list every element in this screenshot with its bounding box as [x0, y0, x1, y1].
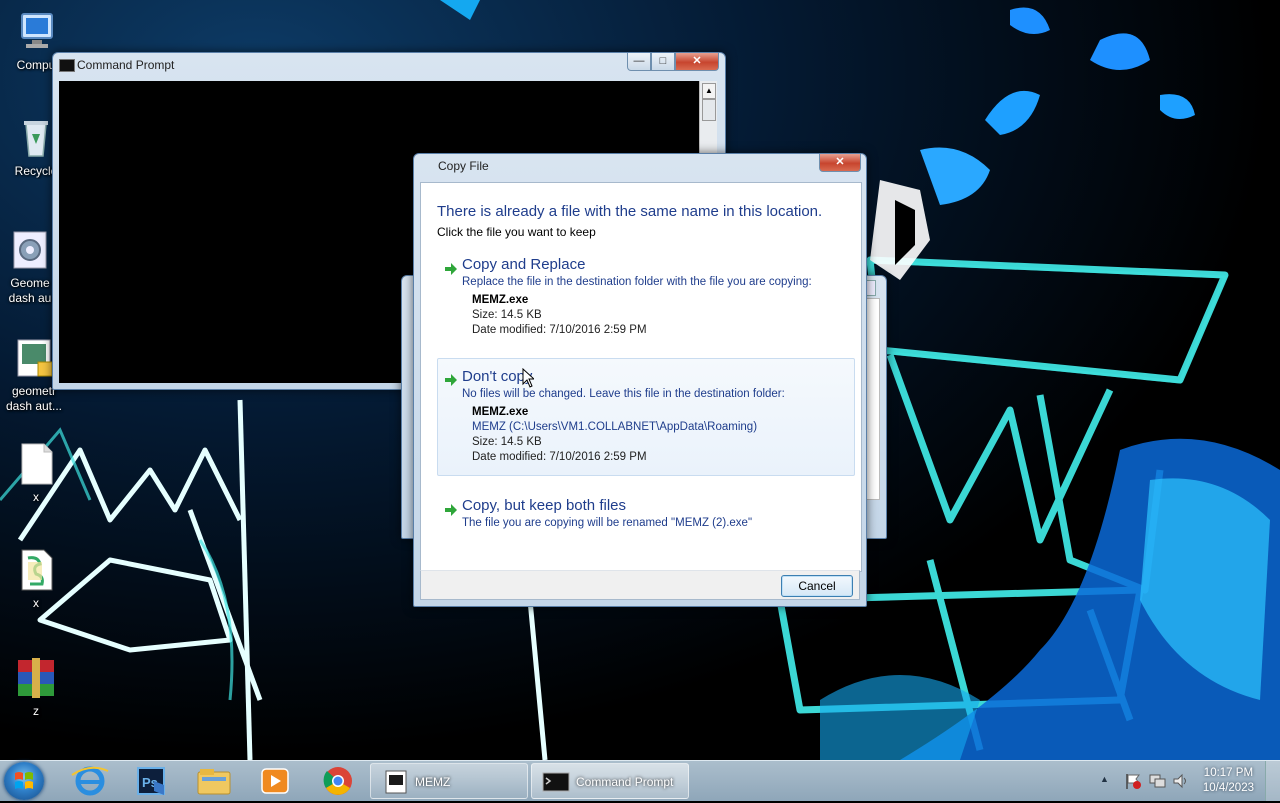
winrar-archive-icon	[14, 656, 58, 700]
maximize-button[interactable]: □	[651, 53, 675, 71]
minimize-button[interactable]: —	[627, 53, 651, 71]
dialog-footer: Cancel	[420, 570, 860, 600]
file-name: MEMZ.exe	[472, 294, 529, 306]
task-label: MEMZ	[415, 775, 451, 789]
desktop-icon-geometry-dash-1[interactable]: Geome dash au	[0, 228, 60, 306]
action-center-flag-icon[interactable]	[1124, 772, 1142, 790]
scroll-up-arrow-icon[interactable]: ▲	[702, 83, 716, 99]
taskbar-pin-internet-explorer[interactable]	[62, 763, 118, 799]
script-file-icon	[14, 548, 58, 592]
windows-logo-icon	[15, 772, 33, 789]
green-arrow-icon	[445, 374, 457, 386]
cancel-button[interactable]: Cancel	[781, 575, 853, 597]
taskbar-pin-chrome[interactable]	[310, 763, 366, 799]
option-copy-and-replace[interactable]: Copy and Replace Replace the file in the…	[437, 255, 855, 343]
taskbar-pin-file-explorer[interactable]	[186, 763, 242, 799]
file-date: Date modified: 7/10/2016 2:59 PM	[472, 451, 647, 463]
taskbar-task-memz[interactable]: MEMZ	[370, 763, 528, 799]
copy-file-dialog[interactable]: Copy File ✕ There is already a file with…	[413, 153, 867, 607]
dialog-heading: There is already a file with the same na…	[437, 203, 823, 220]
system-tray: ▲ 10:17 PM 10/4/2023	[1090, 761, 1280, 801]
taskbar-pin-media-player[interactable]	[248, 763, 304, 799]
file-size: Size: 14.5 KB	[472, 309, 542, 321]
desktop-icon-z-archive[interactable]: z	[0, 656, 72, 719]
scroll-thumb[interactable]	[702, 99, 716, 121]
file-path: MEMZ (C:\Users\VM1.COLLABNET\AppData\Roa…	[472, 421, 758, 433]
volume-icon[interactable]	[1172, 772, 1190, 790]
green-arrow-icon	[445, 263, 457, 275]
internet-explorer-icon	[71, 766, 109, 796]
settings-gear-icon	[8, 228, 52, 272]
option-description: Replace the file in the destination fold…	[462, 276, 812, 288]
image-file-icon	[12, 336, 56, 380]
option-description: No files will be changed. Leave this fil…	[462, 388, 785, 400]
taskbar-task-command-prompt[interactable]: Command Prompt	[531, 763, 689, 799]
chrome-icon	[323, 767, 352, 795]
dialog-close-button[interactable]: ✕	[819, 154, 861, 172]
option-title: Copy and Replace	[462, 256, 586, 273]
cmd-titlebar[interactable]: Command Prompt — □ ✕	[53, 53, 725, 77]
file-explorer-icon	[197, 769, 231, 795]
clock-time: 10:17 PM	[1203, 767, 1254, 779]
taskbar-pin-photoshop[interactable]: Ps	[124, 763, 180, 799]
media-player-icon	[261, 768, 289, 794]
taskbar: Ps MEMZ Command Prompt ▲ 10:17 PM 10/4/2…	[0, 760, 1280, 801]
desktop-icon-label: z	[33, 704, 39, 718]
file-date: Date modified: 7/10/2016 2:59 PM	[472, 324, 647, 336]
memz-file-icon	[385, 770, 407, 794]
cmd-icon	[59, 59, 75, 72]
tray-expand-icon[interactable]: ▲	[1100, 774, 1109, 784]
option-keep-both[interactable]: Copy, but keep both files The file you a…	[437, 496, 855, 536]
desktop-icon-x-file[interactable]: x	[0, 442, 72, 505]
option-dont-copy[interactable]: Don't copy No files will be changed. Lea…	[437, 358, 855, 476]
option-description: The file you are copying will be renamed…	[462, 517, 753, 529]
green-arrow-icon	[445, 504, 457, 516]
task-label: Command Prompt	[576, 775, 674, 789]
network-icon[interactable]	[1148, 772, 1166, 790]
desktop-icon-label: Geome dash au	[8, 276, 52, 305]
desktop-icon-x-script[interactable]: x	[0, 548, 72, 611]
option-title: Copy, but keep both files	[462, 497, 626, 514]
clock-date: 10/4/2023	[1202, 782, 1254, 794]
computer-icon	[14, 10, 58, 54]
photoshop-icon: Ps	[137, 767, 165, 795]
close-button[interactable]: ✕	[675, 53, 719, 71]
cmd-title: Command Prompt	[77, 58, 175, 72]
show-desktop-button[interactable]	[1265, 761, 1280, 801]
dialog-titlebar[interactable]: Copy File ✕	[414, 154, 866, 178]
dialog-body: There is already a file with the same na…	[420, 182, 862, 572]
start-button[interactable]	[4, 762, 44, 800]
file-name: MEMZ.exe	[472, 406, 529, 418]
mouse-cursor-icon	[522, 368, 534, 388]
dialog-title: Copy File	[438, 159, 489, 173]
file-size: Size: 14.5 KB	[472, 436, 542, 448]
cmd-icon	[542, 772, 570, 792]
system-clock[interactable]: 10:17 PM 10/4/2023	[1203, 766, 1254, 796]
blank-file-icon	[14, 442, 58, 486]
desktop-icon-label: x	[33, 490, 39, 504]
dialog-subheading: Click the file you want to keep	[437, 225, 596, 239]
desktop-icon-label: x	[33, 596, 39, 610]
